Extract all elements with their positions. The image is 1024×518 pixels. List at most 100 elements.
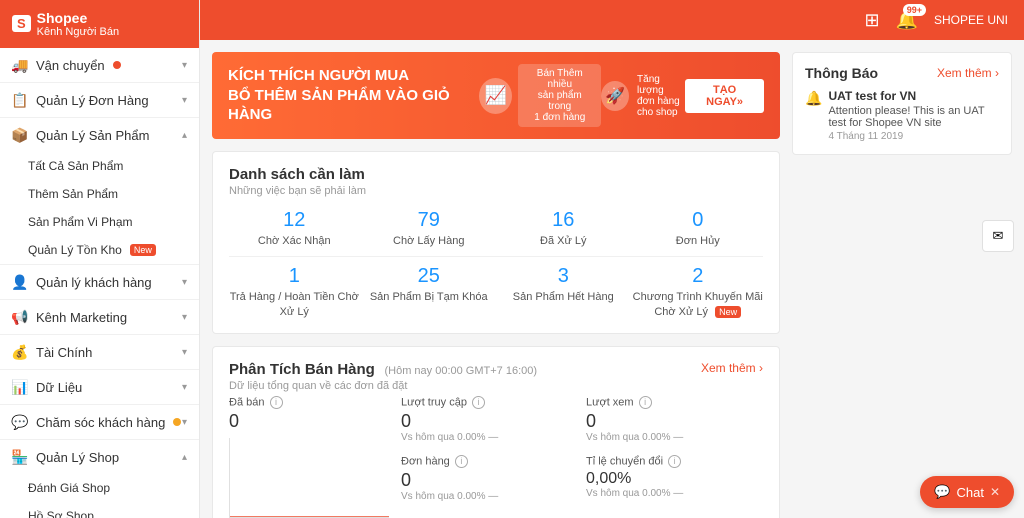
task-value-tam-khoa: 25 bbox=[364, 265, 495, 288]
dot-indicator bbox=[113, 61, 121, 69]
task-khuyen-mai[interactable]: 2 Chương Trình Khuyến Mãi Chờ Xử Lý New bbox=[633, 265, 764, 319]
sidebar-label-tai-chinh: Tài Chính bbox=[36, 345, 92, 360]
sidebar-section-khach-hang: 👤 Quản lý khách hàng ▾ bbox=[0, 265, 199, 300]
sidebar-section-cham-soc: 💬 Chăm sóc khách hàng ▾ bbox=[0, 405, 199, 440]
stat-value-da-ban: 0 bbox=[229, 411, 389, 432]
sidebar-item-cham-soc[interactable]: 💬 Chăm sóc khách hàng ▾ bbox=[0, 405, 199, 439]
grid-icon[interactable]: ⊞ bbox=[864, 10, 879, 31]
thong-bao-item-body: Attention please! This is an UAT test fo… bbox=[828, 105, 999, 129]
task-tam-khoa[interactable]: 25 Sản Phẩm Bị Tạm Khóa bbox=[364, 265, 495, 319]
thong-bao-item-title: UAT test for VN bbox=[828, 89, 916, 103]
banner-right-text2: đơn hàng bbox=[637, 96, 685, 107]
chevron-down-icon: ▾ bbox=[182, 312, 187, 323]
analytics-xem-them-link[interactable]: Xem thêm › bbox=[701, 361, 763, 375]
sidebar-item-tai-chinh[interactable]: 💰 Tài Chính ▾ bbox=[0, 335, 199, 369]
task-list-card: Danh sách cần làm Những việc bạn sẽ phải… bbox=[212, 151, 780, 334]
info-icon-da-ban[interactable]: i bbox=[270, 396, 283, 409]
sidebar-item-tat-ca-san-pham[interactable]: Tất Cả Sản Phẩm bbox=[0, 152, 199, 180]
task-cho-lay-hang[interactable]: 79 Chờ Lấy Hàng bbox=[364, 209, 495, 248]
stat-don-hang: Đơn hàng i 0 Vs hôm qua 0.00% — bbox=[401, 455, 578, 502]
sidebar-item-du-lieu[interactable]: 📊 Dữ Liệu ▾ bbox=[0, 370, 199, 404]
content-left: KÍCH THÍCH NGƯỜI MUA BỔ THÊM SẢN PHẨM VÀ… bbox=[212, 52, 780, 518]
thong-bao-item: 🔔 UAT test for VN Attention please! This… bbox=[805, 89, 999, 142]
task-het-hang[interactable]: 3 Sản Phẩm Hết Hàng bbox=[498, 265, 629, 319]
stat-luot-truy-cap: Lượt truy cập i 0 Vs hôm qua 0.00% — bbox=[401, 396, 578, 443]
task-label-cho-xac-nhan: Chờ Xác Nhận bbox=[229, 234, 360, 248]
task-don-huy[interactable]: 0 Đơn Hủy bbox=[633, 209, 764, 248]
sidebar-item-ton-kho[interactable]: Quản Lý Tồn Kho New bbox=[0, 236, 199, 264]
shopee-uni-link[interactable]: SHOPEE UNI bbox=[934, 13, 1008, 27]
stat-value-ti-le: 0,00% bbox=[586, 470, 763, 488]
shop-icon: 🏪 bbox=[12, 449, 28, 465]
truck-icon: 🚚 bbox=[12, 57, 28, 73]
task-value-da-xu-ly: 16 bbox=[498, 209, 629, 232]
stat-change-luot-xem: Vs hôm qua 0.00% — bbox=[586, 432, 763, 443]
close-icon[interactable]: ✕ bbox=[990, 485, 1000, 499]
promotional-banner: KÍCH THÍCH NGƯỜI MUA BỔ THÊM SẢN PHẨM VÀ… bbox=[212, 52, 780, 139]
chevron-up-icon: ▴ bbox=[182, 452, 187, 463]
sidebar-label-van-chuyen: Vận chuyển bbox=[36, 58, 105, 73]
task-list-subtitle: Những việc bạn sẽ phải làm bbox=[229, 185, 763, 197]
sidebar-item-khach-hang[interactable]: 👤 Quản lý khách hàng ▾ bbox=[0, 265, 199, 299]
notification-button[interactable]: 🔔 99+ bbox=[896, 10, 918, 31]
chevron-down-icon: ▾ bbox=[182, 417, 187, 428]
sidebar-logo-text: Shopee bbox=[37, 10, 119, 26]
shopee-logo: S bbox=[12, 15, 31, 33]
banner-headline1: KÍCH THÍCH NGƯỜI MUA bbox=[228, 66, 479, 86]
task-value-tra-hang: 1 bbox=[229, 265, 360, 288]
task-da-xu-ly[interactable]: 16 Đã Xử Lý bbox=[498, 209, 629, 248]
sidebar-label-don-hang: Quản Lý Đơn Hàng bbox=[36, 93, 149, 108]
info-icon-don-hang[interactable]: i bbox=[455, 455, 468, 468]
sidebar: S Shopee Kênh Người Bán 🚚 Vận chuyển ▾ 📋… bbox=[0, 0, 200, 518]
sidebar-item-san-pham-vi-pham[interactable]: Sản Phẩm Vi Phạm bbox=[0, 208, 199, 236]
sidebar-section-san-pham: 📦 Quản Lý Sản Phẩm ▴ Tất Cả Sản Phẩm Thê… bbox=[0, 118, 199, 265]
task-cho-xac-nhan[interactable]: 12 Chờ Xác Nhận bbox=[229, 209, 360, 248]
sidebar-item-ho-so-shop[interactable]: Hồ Sơ Shop bbox=[0, 502, 199, 518]
sidebar-item-them-san-pham[interactable]: Thêm Sản Phẩm bbox=[0, 180, 199, 208]
chevron-down-icon: ▾ bbox=[182, 277, 187, 288]
chevron-down-icon: ▾ bbox=[182, 347, 187, 358]
task-label-khuyen-mai: Chương Trình Khuyến Mãi Chờ Xử Lý New bbox=[633, 290, 764, 319]
banner-right-text3: cho shop bbox=[637, 107, 685, 118]
chevron-down-icon: ▾ bbox=[182, 60, 187, 71]
info-icon-ti-le[interactable]: i bbox=[668, 455, 681, 468]
mail-icon-button[interactable]: ✉ bbox=[982, 220, 1014, 252]
thong-bao-xem-them-link[interactable]: Xem thêm › bbox=[937, 66, 999, 80]
sidebar-label-cham-soc: Chăm sóc khách hàng bbox=[36, 415, 165, 430]
finance-icon: 💰 bbox=[12, 344, 28, 360]
task-value-het-hang: 3 bbox=[498, 265, 629, 288]
info-icon-luot-xem[interactable]: i bbox=[639, 396, 652, 409]
chat-icon: 💬 bbox=[934, 484, 950, 500]
order-icon: 📋 bbox=[12, 92, 28, 108]
sidebar-item-quan-ly-shop[interactable]: 🏪 Quản Lý Shop ▴ bbox=[0, 440, 199, 474]
stat-change-don-hang: Vs hôm qua 0.00% — bbox=[401, 491, 578, 502]
thong-bao-item-date: 4 Tháng 11 2019 bbox=[828, 131, 999, 142]
banner-boost-icon: 🚀 bbox=[601, 81, 629, 111]
sidebar-section-marketing: 📢 Kênh Marketing ▾ bbox=[0, 300, 199, 335]
sidebar-section-van-chuyen: 🚚 Vận chuyển ▾ bbox=[0, 48, 199, 83]
sidebar-item-van-chuyen[interactable]: 🚚 Vận chuyển ▾ bbox=[0, 48, 199, 82]
analytics-card: Phân Tích Bán Hàng (Hôm nay 00:00 GMT+7 … bbox=[212, 346, 780, 518]
banner-headline2: BỔ THÊM SẢN PHẨM VÀO GIỎ HÀNG bbox=[228, 86, 479, 125]
task-tra-hang[interactable]: 1 Trả Hàng / Hoàn Tiền Chờ Xử Lý bbox=[229, 265, 360, 319]
chat-button[interactable]: 💬 Chat ✕ bbox=[920, 476, 1014, 508]
sidebar-item-san-pham[interactable]: 📦 Quản Lý Sản Phẩm ▴ bbox=[0, 118, 199, 152]
stat-ti-le: Tỉ lệ chuyển đổi i 0,00% Vs hôm qua 0.00… bbox=[586, 455, 763, 502]
sidebar-label-san-pham: Quản Lý Sản Phẩm bbox=[36, 128, 149, 143]
sidebar-item-don-hang[interactable]: 📋 Quản Lý Đơn Hàng ▾ bbox=[0, 83, 199, 117]
task-grid-bottom: 1 Trả Hàng / Hoàn Tiền Chờ Xử Lý 25 Sản … bbox=[229, 256, 763, 319]
task-label-cho-lay-hang: Chờ Lấy Hàng bbox=[364, 234, 495, 248]
sidebar-item-danh-gia-shop[interactable]: Đánh Giá Shop bbox=[0, 474, 199, 502]
support-icon: 💬 bbox=[12, 414, 28, 430]
info-icon-truy-cap[interactable]: i bbox=[472, 396, 485, 409]
chart-column: Đã bán i 0 00:00 06:00 12:00 bbox=[229, 396, 389, 518]
chevron-down-icon: ▾ bbox=[182, 382, 187, 393]
banner-cta-button[interactable]: TẠO NGAY» bbox=[685, 79, 764, 113]
stat-label-da-ban: Đã bán i bbox=[229, 396, 389, 409]
task-list-title: Danh sách cần làm bbox=[229, 166, 763, 183]
sidebar-item-marketing[interactable]: 📢 Kênh Marketing ▾ bbox=[0, 300, 199, 334]
sidebar-header: S Shopee Kênh Người Bán bbox=[0, 0, 199, 48]
stat-value-truy-cap: 0 bbox=[401, 411, 578, 432]
analytics-title: Phân Tích Bán Hàng bbox=[229, 361, 375, 378]
sidebar-section-du-lieu: 📊 Dữ Liệu ▾ bbox=[0, 370, 199, 405]
